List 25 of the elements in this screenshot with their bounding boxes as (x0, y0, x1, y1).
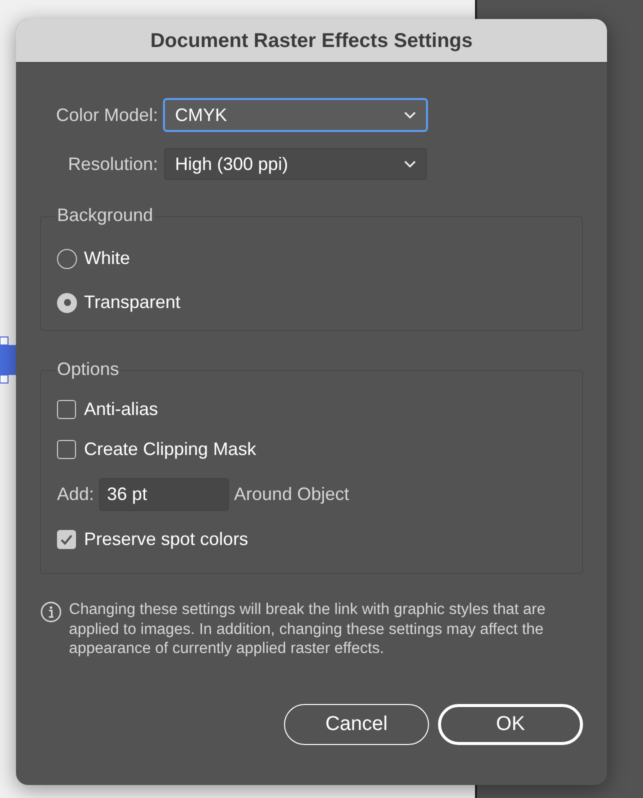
checkbox-label: Preserve spot colors (84, 528, 248, 551)
field-label: Resolution: (66, 152, 159, 176)
dialog-button[interactable]: OK (438, 704, 583, 744)
checkbox[interactable] (57, 440, 76, 459)
info-icon (40, 601, 62, 623)
field-label: Add: (57, 483, 94, 506)
info-text: Changing these settings will break the link with graphic styles that are applied to images. In addition, changing these settings may affect the appearance of currently applied raster effects. (69, 600, 546, 658)
chevron-down-icon (404, 160, 416, 168)
chevron-down-icon (404, 111, 416, 119)
field-label: Color Model: (54, 104, 159, 126)
radio-label: White (84, 247, 130, 270)
dialog-button[interactable]: Cancel (284, 704, 429, 744)
dropdown[interactable]: High (300 ppi) (164, 148, 427, 180)
radio-button[interactable] (57, 292, 77, 312)
checkbox[interactable] (57, 530, 76, 549)
checkbox-label: Anti-alias (84, 398, 158, 421)
window-title: Document Raster Effects Settings (150, 28, 473, 54)
unit-label: Around Object (234, 483, 350, 506)
radio-label: Transparent (84, 291, 180, 314)
checkbox-label: Create Clipping Mask (84, 438, 256, 461)
input-field[interactable]: 36 pt (99, 478, 230, 511)
radio-button[interactable] (57, 248, 77, 268)
check-icon (60, 534, 73, 545)
dropdown[interactable]: CMYK (164, 99, 427, 131)
checkbox[interactable] (57, 400, 76, 419)
